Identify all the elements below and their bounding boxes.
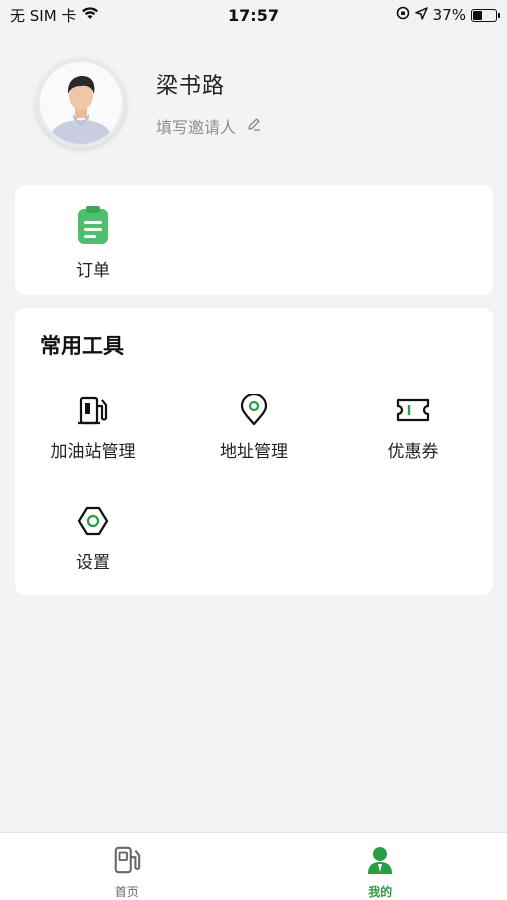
invite-label[interactable]: 填写邀请人 [156, 114, 236, 138]
profile-header: 梁书路 填写邀请人 [36, 58, 262, 148]
battery-fill [473, 10, 482, 20]
clipboard-icon [75, 205, 111, 250]
gas-station-icon [111, 845, 143, 879]
orders-label: 订单 [76, 261, 110, 281]
orientation-lock-icon [396, 6, 410, 24]
avatar[interactable] [36, 58, 126, 148]
tab-bar: 首页 我的 [0, 832, 507, 900]
user-name: 梁书路 [156, 74, 226, 99]
tab-home[interactable]: 首页 [0, 833, 254, 900]
battery-icon [471, 8, 500, 22]
tools-card: 常用工具 加油站管理 地址管理 优惠券 设置 [15, 308, 493, 595]
coupon-icon [395, 394, 431, 431]
invite-row[interactable]: 填写邀请人 [156, 114, 262, 138]
battery-percent: 37% [432, 6, 466, 24]
gas-station-icon [76, 394, 110, 431]
status-left: 无 SIM 卡 [10, 5, 99, 26]
tool-address-management[interactable]: 地址管理 [184, 392, 324, 462]
edit-pencil-icon[interactable] [246, 116, 262, 136]
location-pin-icon [239, 392, 269, 431]
orders-card: 订单 [15, 185, 493, 295]
status-right: 37% [396, 6, 500, 24]
tool-label: 地址管理 [220, 442, 288, 462]
gear-icon [76, 505, 110, 542]
tool-label: 优惠券 [387, 442, 439, 462]
tool-gas-station-management[interactable]: 加油站管理 [23, 394, 163, 462]
user-icon [365, 845, 395, 879]
wifi-icon [81, 6, 99, 24]
tab-home-label: 首页 [114, 885, 139, 899]
tool-coupons[interactable]: 优惠券 [343, 394, 483, 462]
tool-label: 加油站管理 [50, 442, 136, 462]
location-arrow-icon [414, 6, 428, 24]
tab-mine[interactable]: 我的 [254, 833, 507, 900]
status-bar: 无 SIM 卡 17:57 37% [0, 0, 507, 30]
carrier-label: 无 SIM 卡 [10, 6, 77, 25]
tool-settings[interactable]: 设置 [23, 505, 163, 573]
tab-mine-label: 我的 [368, 885, 393, 899]
tools-title: 常用工具 [40, 334, 124, 358]
background-decoration [307, 0, 507, 200]
orders-entry[interactable]: 订单 [23, 205, 163, 281]
tool-label: 设置 [76, 553, 110, 573]
profile-text: 梁书路 填写邀请人 [156, 68, 262, 138]
